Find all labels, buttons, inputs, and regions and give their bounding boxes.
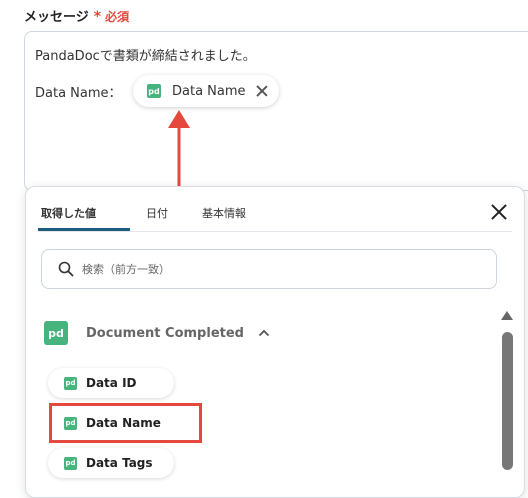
variable-chip-data-name[interactable]: pd Data Name — [133, 75, 279, 107]
pandadoc-icon: pd — [147, 84, 161, 98]
scrollbar-thumb[interactable] — [502, 332, 513, 470]
tab-basic-info[interactable]: 基本情報 — [202, 205, 246, 221]
section-title: Document Completed — [86, 325, 244, 341]
value-picker-panel: 取得した値 日付 基本情報 pd Document Completed pd D… — [25, 186, 525, 498]
pandadoc-icon: pd — [64, 376, 77, 390]
list-item-label: Data Tags — [86, 456, 153, 470]
scroll-up-arrow-icon[interactable] — [501, 311, 513, 320]
search-field[interactable] — [41, 249, 497, 289]
panel-close-icon[interactable] — [490, 203, 508, 221]
search-icon — [58, 261, 74, 277]
active-tab-indicator — [38, 228, 130, 231]
message-field-label: メッセージ * 必須 — [24, 6, 129, 25]
annotation-highlight-box — [49, 403, 202, 443]
message-text-line1: PandaDocで書類が締結されました。 — [35, 49, 256, 64]
section-document-completed[interactable]: pd Document Completed — [44, 321, 270, 345]
tab-acquired-values[interactable]: 取得した値 — [41, 205, 96, 221]
field-label-text: メッセージ — [24, 10, 89, 25]
chevron-up-icon — [258, 329, 270, 337]
tab-date[interactable]: 日付 — [146, 205, 168, 221]
list-item-data-id[interactable]: pd Data ID — [48, 368, 174, 398]
tab-divider — [38, 231, 512, 232]
close-icon[interactable] — [255, 84, 269, 98]
variable-chip-label: Data Name — [172, 83, 246, 99]
pandadoc-icon: pd — [44, 321, 68, 345]
pandadoc-icon: pd — [64, 456, 77, 470]
required-asterisk: * — [93, 9, 102, 25]
list-item-label: Data ID — [86, 376, 137, 390]
search-input[interactable] — [80, 258, 484, 280]
required-text: 必須 — [105, 10, 130, 24]
list-item-data-tags[interactable]: pd Data Tags — [48, 448, 174, 478]
message-text-line2-label: Data Name： — [35, 86, 122, 101]
